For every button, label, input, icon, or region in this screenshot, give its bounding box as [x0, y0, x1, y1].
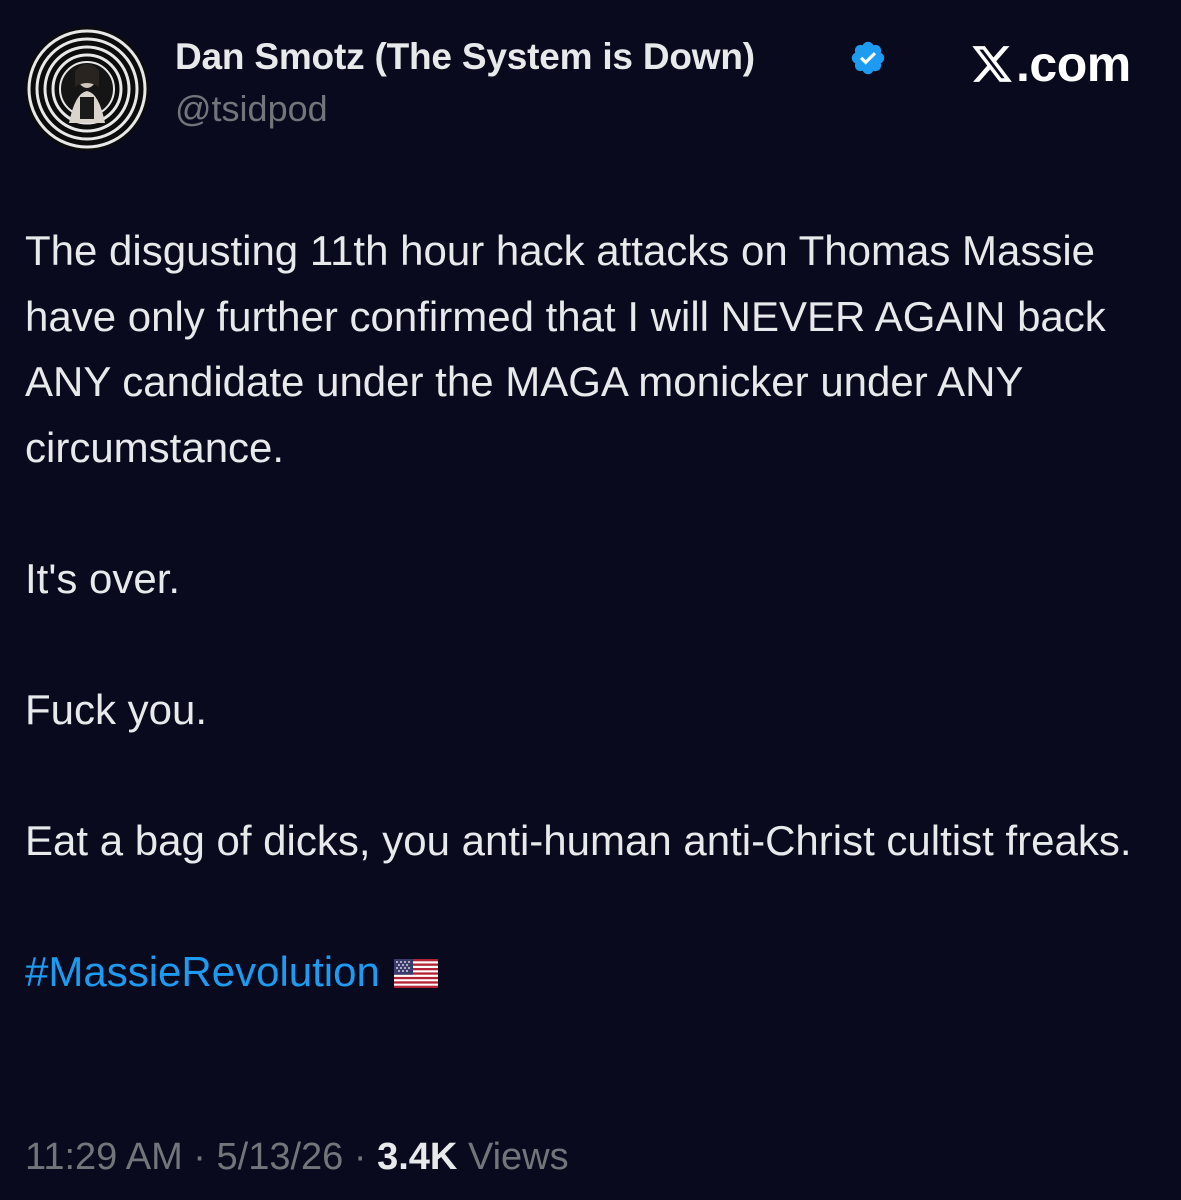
views-count[interactable]: 3.4K	[377, 1136, 457, 1178]
tweet-paragraph: Eat a bag of dicks, you anti-human anti-…	[25, 816, 1132, 864]
tweet-text: The disgusting 11th hour hack attacks on…	[25, 218, 1165, 1004]
meta-separator: ·	[193, 1136, 206, 1178]
author-name[interactable]: Dan Smotz (The System is Down)	[175, 36, 755, 78]
verified-badge-icon	[851, 41, 885, 75]
tweet-paragraph: The disgusting 11th hour hack attacks on…	[25, 227, 1106, 471]
tweet-card: Dan Smotz (The System is Down) @tsidpod …	[0, 0, 1181, 1200]
us-flag-icon	[393, 958, 438, 988]
hashtag-link[interactable]: #MassieRevolution	[25, 939, 380, 1005]
meta-separator: ·	[353, 1136, 367, 1178]
avatar-image	[25, 27, 149, 151]
hashtag-line: #MassieRevolution	[25, 939, 1165, 1005]
tweet-date[interactable]: 5/13/26	[217, 1136, 344, 1178]
tweet-paragraph: It's over.	[25, 554, 181, 602]
brand-watermark: .com	[970, 36, 1131, 92]
author-handle[interactable]: @tsidpod	[175, 88, 328, 130]
tweet-time[interactable]: 11:29 AM	[25, 1136, 183, 1178]
x-logo-icon	[972, 46, 1012, 82]
tweet-paragraph: Fuck you.	[25, 685, 208, 733]
avatar[interactable]	[25, 27, 149, 151]
brand-text: .com	[1016, 36, 1131, 92]
tweet-metadata: 11:29 AM · 5/13/26 · 3.4K Views	[25, 1136, 569, 1179]
views-label: Views	[467, 1136, 569, 1178]
